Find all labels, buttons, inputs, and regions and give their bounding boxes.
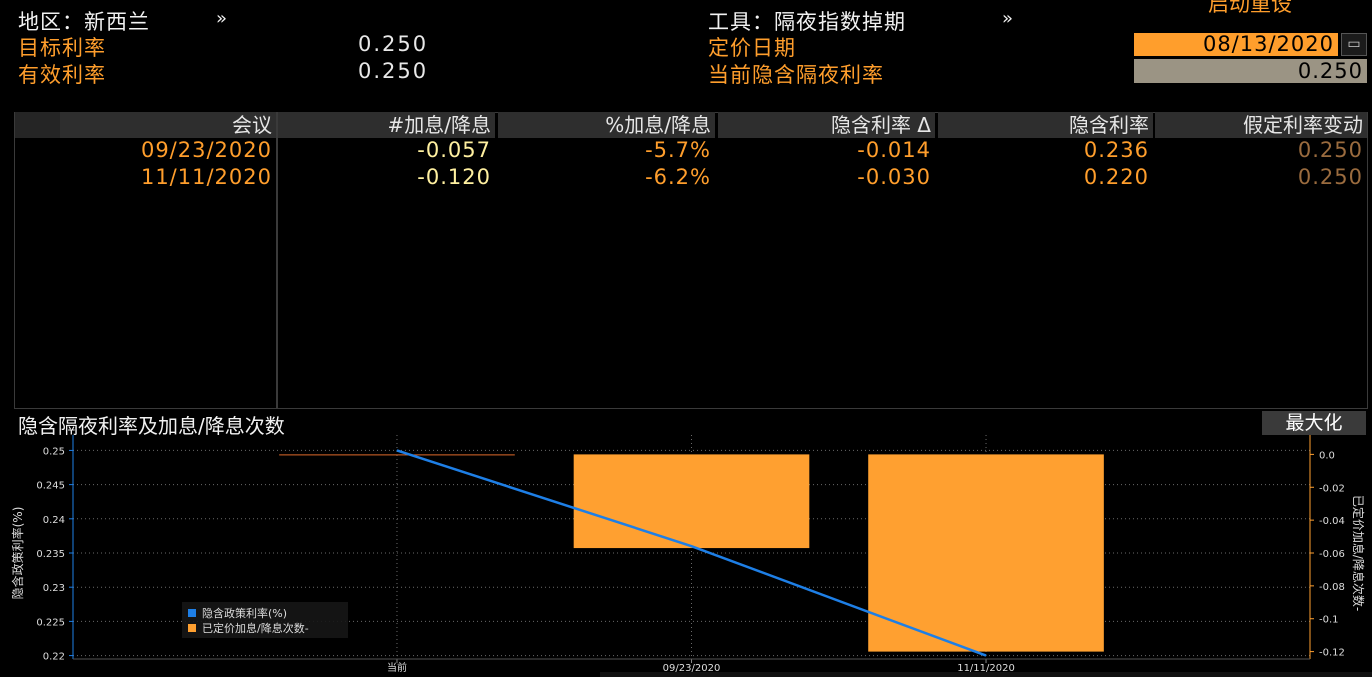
chart-bar [279, 454, 515, 456]
y-axis-title: 隐含政策利率(%) [10, 507, 25, 600]
pricing-date-label: 定价日期 [708, 36, 796, 60]
y2-tick-label: -0.1 [1319, 615, 1339, 626]
y-tick-label: 0.25 [43, 446, 65, 457]
legend-swatch [188, 609, 196, 617]
top-right-partial-label[interactable]: 启动重设 [1208, 0, 1292, 18]
table-cell-meeting[interactable]: 11/11/2020 [60, 164, 276, 190]
implied-overnight-input[interactable]: 0.250 [1134, 59, 1367, 83]
y2-tick-label: -0.06 [1319, 549, 1345, 560]
effective-rate-label: 有效利率 [18, 63, 106, 87]
chart-point [691, 545, 692, 547]
y2-tick-label: -0.08 [1319, 582, 1345, 593]
pricing-date-input[interactable]: 08/13/2020 [1134, 33, 1338, 56]
table-cell-hikes-cuts-count: -0.057 [417, 138, 491, 162]
y2-tick-label: -0.02 [1319, 483, 1345, 494]
y-tick-label: 0.23 [43, 583, 65, 594]
rate-chart: 0.25 0.245 0.24 0.235 0.23 0.225 0.22 0.0 -0.02 -… [10, 435, 1366, 674]
table-cell-implied-rate-delta: -0.030 [857, 165, 931, 189]
table-cell-implied-rate: 0.220 [1083, 165, 1149, 189]
table-header-corner [15, 112, 60, 138]
chart-point [985, 655, 987, 657]
x-tick-label: 当前 [387, 661, 407, 674]
col-header-hikes-cuts-pct[interactable]: %加息/降息 [498, 112, 715, 138]
col-header-meeting[interactable]: 会议 [60, 112, 276, 138]
y2-axis-title: 已定价加息/降息次数- [1351, 495, 1366, 611]
instrument-arrow-icon[interactable]: » [1002, 8, 1013, 29]
chart-legend: 隐含政策利率(%)已定价加息/降息次数- [182, 602, 348, 638]
table-cell-implied-rate: 0.236 [1083, 138, 1149, 162]
y-tick-label: 0.24 [43, 515, 65, 526]
y2-tick-label: -0.04 [1319, 516, 1345, 527]
chart-bar [573, 454, 810, 549]
table-cell-meeting[interactable]: 09/23/2020 [60, 137, 276, 163]
y-tick-label: 0.22 [43, 652, 65, 663]
legend-label: 隐含政策利率(%) [202, 606, 287, 620]
calendar-icon[interactable]: ▭ [1341, 33, 1367, 56]
table-cell-hikes-cuts-count: -0.120 [417, 165, 491, 189]
chart-bar [868, 454, 1104, 652]
table-cell-hikes-cuts-pct: -5.7% [645, 138, 711, 162]
legend-label: 已定价加息/降息次数- [202, 621, 309, 635]
y2-tick-label: -0.12 [1319, 648, 1345, 659]
target-rate-label: 目标利率 [18, 36, 106, 60]
y2-tick-label: 0.0 [1319, 450, 1335, 461]
implied-overnight-label: 当前隐含隔夜利率 [708, 63, 884, 87]
effective-rate-value: 0.250 [358, 59, 429, 83]
col-header-hikes-cuts-count[interactable]: #加息/降息 [278, 112, 495, 138]
table-cell-implied-rate-delta: -0.014 [857, 138, 931, 162]
target-rate-value: 0.250 [358, 32, 429, 56]
col-header-implied-rate-delta[interactable]: 隐含利率 Δ [718, 112, 935, 138]
table-cell-assumed-rate-change[interactable]: 0.250 [1155, 164, 1367, 190]
col-header-assumed-rate-change[interactable]: 假定利率变动 [1155, 112, 1367, 138]
col-header-implied-rate[interactable]: 隐含利率 [938, 112, 1153, 138]
y-tick-label: 0.225 [36, 617, 65, 628]
chart-point [396, 449, 398, 451]
y-tick-label: 0.235 [36, 549, 65, 560]
legend-swatch [188, 624, 196, 632]
table-cell-assumed-rate-change[interactable]: 0.250 [1155, 137, 1367, 163]
table-cell-hikes-cuts-pct: -6.2% [645, 165, 711, 189]
y-tick-label: 0.245 [36, 481, 65, 492]
region-arrow-icon[interactable]: » [216, 8, 227, 29]
chart-bars [279, 454, 1104, 652]
footer-strip [600, 672, 1372, 677]
